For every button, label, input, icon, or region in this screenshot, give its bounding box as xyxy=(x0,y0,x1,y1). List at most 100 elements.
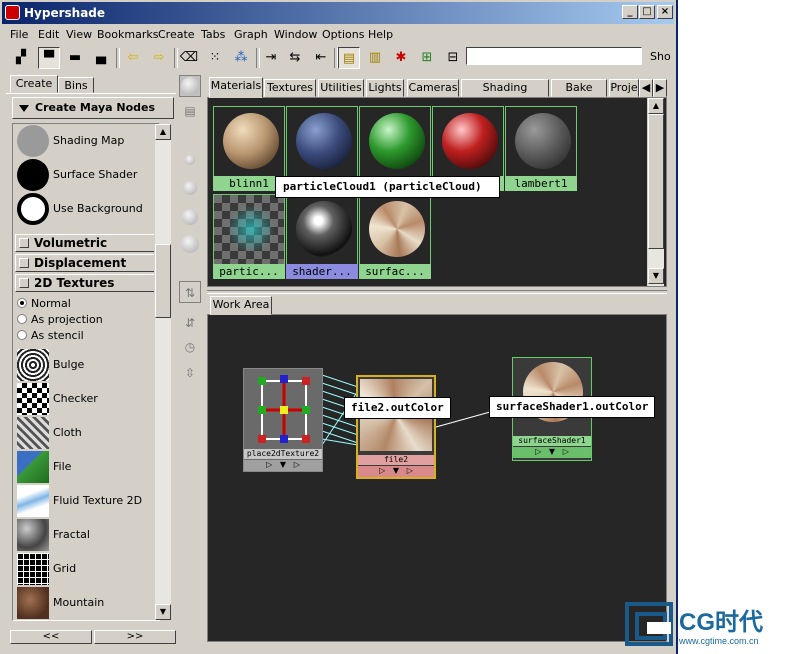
place2d-texture-node[interactable]: place2dTexture2 ▷ ▼ ▷ xyxy=(243,368,323,472)
tab-create[interactable]: Create xyxy=(10,75,58,93)
arrow-left-icon[interactable]: ⇦ xyxy=(122,47,144,69)
list-item[interactable]: Fluid Texture 2D xyxy=(15,484,155,518)
tab-shading-groups[interactable]: Shading Groups xyxy=(461,79,549,110)
sort-by-name-icon[interactable]: ⇅ xyxy=(182,285,198,301)
material-scrollbar[interactable]: ▲ ▼ xyxy=(647,98,664,286)
scroll-thumb[interactable] xyxy=(648,114,664,249)
list-item[interactable]: Fractal xyxy=(15,518,155,552)
search-input[interactable] xyxy=(466,47,642,65)
create-maya-nodes-button[interactable]: Create Maya Nodes xyxy=(12,97,174,119)
shading-map-swatch xyxy=(17,125,49,157)
nav-next-button[interactable]: >> xyxy=(94,630,176,644)
list-item[interactable]: Grid xyxy=(15,552,155,586)
node-expand-bar[interactable]: ▷ ▼ ▷ xyxy=(513,447,591,458)
close-button[interactable]: × xyxy=(657,5,673,19)
radio-dot xyxy=(17,314,27,324)
sort-icon[interactable]: ⁂ xyxy=(230,47,252,69)
node-list-scrollbar[interactable]: ▲ ▼ xyxy=(154,124,171,620)
logo-url: www.cgtime.com.cn xyxy=(679,636,759,646)
graph-materials-icon[interactable]: ✱ xyxy=(390,47,412,69)
sphere-icon[interactable] xyxy=(181,77,199,95)
panel-divider[interactable] xyxy=(207,290,667,294)
material-tile[interactable]: shader... xyxy=(286,194,358,280)
list-item[interactable]: Bulge xyxy=(15,348,155,382)
list-item[interactable]: Mountain xyxy=(15,586,155,620)
input-connections-icon[interactable]: ⇥ xyxy=(260,47,282,69)
tab-scroll-right-icon[interactable]: ▶ xyxy=(653,79,667,97)
show-button[interactable]: Sho xyxy=(650,47,678,67)
scroll-thumb[interactable] xyxy=(155,244,171,318)
sort-by-time-icon[interactable]: ◷ xyxy=(182,339,198,355)
top-tabs-only-icon[interactable]: ▬ xyxy=(64,47,86,69)
xlarge-sphere-icon[interactable] xyxy=(181,235,199,253)
menu-bookmarks[interactable]: Bookmarks xyxy=(97,28,158,41)
list-item[interactable]: Cloth xyxy=(15,416,155,450)
minimize-button[interactable]: _ xyxy=(622,5,638,19)
scroll-down-icon[interactable]: ▼ xyxy=(155,604,171,620)
material-tile[interactable]: partic... xyxy=(213,194,285,280)
menu-window[interactable]: Window xyxy=(274,28,317,41)
expand-arrow-icon xyxy=(19,258,29,268)
tab-scroll-left-icon[interactable]: ◀ xyxy=(639,79,653,97)
grid-icon[interactable]: ⁙ xyxy=(204,47,226,69)
tab-projects[interactable]: Proje xyxy=(609,79,639,97)
sort-by-type-icon[interactable]: ⇵ xyxy=(182,315,198,331)
menu-edit[interactable]: Edit xyxy=(38,28,59,41)
menu-tabs[interactable]: Tabs xyxy=(201,28,225,41)
scroll-up-icon[interactable]: ▲ xyxy=(648,98,664,114)
medium-sphere-icon[interactable] xyxy=(183,181,197,195)
list-item[interactable]: Surface Shader xyxy=(15,158,155,192)
list-item[interactable]: Use Background xyxy=(15,192,155,226)
place2d-texture-icon xyxy=(258,375,310,443)
menu-file[interactable]: File xyxy=(10,28,28,41)
section-2d-textures[interactable]: 2D Textures xyxy=(15,274,155,292)
radio-dot xyxy=(17,298,27,308)
tab-textures[interactable]: Textures xyxy=(264,79,316,97)
input-output-connections-icon[interactable]: ⇆ xyxy=(284,47,306,69)
file-node-label: file2 xyxy=(383,455,409,464)
list-icon[interactable]: ▤ xyxy=(182,103,198,119)
menu-help[interactable]: Help xyxy=(368,28,393,41)
top-bottom-layout-icon[interactable]: ▀ xyxy=(38,47,60,69)
list-item[interactable]: File xyxy=(15,450,155,484)
tab-lights[interactable]: Lights xyxy=(366,79,404,97)
tab-bake-sets[interactable]: Bake Sets xyxy=(551,79,607,110)
tab-work-area[interactable]: Work Area xyxy=(210,296,272,315)
tab-cameras[interactable]: Cameras xyxy=(407,79,459,97)
menu-view[interactable]: View xyxy=(66,28,92,41)
output-connections-icon[interactable]: ⇤ xyxy=(310,47,332,69)
list-item[interactable]: Shading Map xyxy=(15,124,155,158)
material-tile[interactable]: surfac... xyxy=(359,194,431,280)
connection-lines xyxy=(321,374,509,446)
clear-graph-icon[interactable]: ▥ xyxy=(364,47,386,69)
scroll-up-icon[interactable]: ▲ xyxy=(155,124,171,140)
bottom-tabs-only-icon[interactable]: ▄ xyxy=(90,47,112,69)
nav-prev-button[interactable]: << xyxy=(10,630,92,644)
small-sphere-icon[interactable] xyxy=(185,155,195,165)
arrow-right-icon[interactable]: ⇨ xyxy=(148,47,170,69)
tab-bins[interactable]: Bins xyxy=(58,77,94,93)
section-volumetric[interactable]: Volumetric xyxy=(15,234,155,252)
menu-create[interactable]: Create xyxy=(158,28,195,41)
maximize-button[interactable]: □ xyxy=(639,5,655,19)
file-texture-node[interactable]: file2 ▷ ▼ ▷ xyxy=(356,375,436,479)
section-displacement[interactable]: Displacement xyxy=(15,254,155,272)
fluid-texture-swatch xyxy=(17,485,49,517)
scroll-down-icon[interactable]: ▼ xyxy=(648,268,664,284)
node-expand-bar[interactable]: ▷ ▼ ▷ xyxy=(358,466,434,477)
rearrange-graph-icon[interactable]: ▤ xyxy=(338,47,360,69)
large-sphere-icon[interactable] xyxy=(182,209,198,225)
material-name: partic... xyxy=(213,264,285,279)
menu-options[interactable]: Options xyxy=(322,28,364,41)
material-tile[interactable]: lambert1 xyxy=(505,106,577,192)
eraser-icon[interactable]: ⌫ xyxy=(178,47,200,69)
layout-icon[interactable]: ▞ xyxy=(10,47,32,69)
list-item[interactable]: Checker xyxy=(15,382,155,416)
menu-graph[interactable]: Graph xyxy=(234,28,268,41)
graph-selection-icon[interactable]: ⊞ xyxy=(416,47,438,69)
node-expand-bar[interactable]: ▷ ▼ ▷ xyxy=(244,460,322,471)
tab-utilities[interactable]: Utilities xyxy=(318,79,364,97)
tab-materials[interactable]: Materials xyxy=(209,77,263,98)
reverse-sort-icon[interactable]: ⇳ xyxy=(182,365,198,381)
swatch-size-icon[interactable]: ⊟ xyxy=(442,47,464,69)
